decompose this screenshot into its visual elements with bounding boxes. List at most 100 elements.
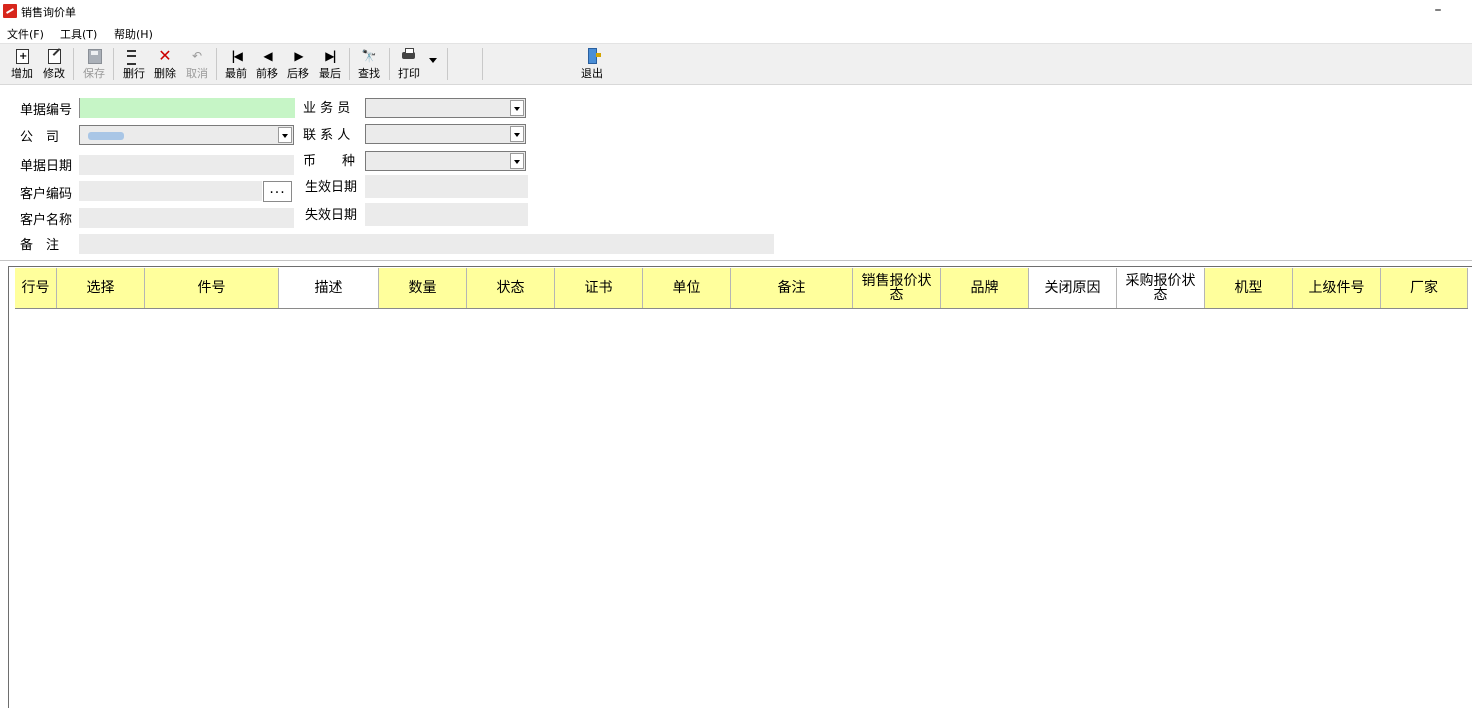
column-header-line-no[interactable]: 行号 — [15, 268, 57, 308]
undo-icon: ↶ — [191, 49, 203, 63]
customer-lookup-button[interactable]: ... — [263, 181, 292, 202]
column-header-close-reason[interactable]: 关闭原因 — [1029, 268, 1117, 308]
chevron-down-icon[interactable] — [510, 100, 524, 116]
customer-name-label: 客户名称 — [20, 213, 73, 228]
toolbar-separator — [482, 48, 483, 80]
toolbar-separator — [113, 48, 114, 80]
column-header-model[interactable]: 机型 — [1205, 268, 1293, 308]
minimize-button[interactable]: – — [1428, 2, 1448, 18]
effective-date-label: 生效日期 — [305, 180, 358, 195]
menu-bar: 文件(F) 工具(T) 帮助(H) — [0, 22, 1472, 42]
next-label: 后移 — [287, 67, 309, 80]
last-button[interactable]: ▶| 最后 — [314, 46, 346, 82]
column-header-purchase-quote-status[interactable]: 采购报价状态 — [1117, 268, 1205, 308]
header-form: 单据编号 公 司 单据日期 客户编码 客户名称 备 注 业 务 员 联 系 人 … — [0, 84, 1472, 261]
save-label: 保存 — [83, 67, 105, 80]
column-header-sales-quote-status[interactable]: 销售报价状态 — [853, 268, 941, 308]
column-header-remark[interactable]: 备注 — [731, 268, 853, 308]
salesman-label: 业 务 员 — [303, 101, 351, 116]
doc-no-label: 单据编号 — [20, 103, 73, 118]
add-button[interactable]: + 增加 — [6, 46, 38, 82]
doc-date-label: 单据日期 — [20, 159, 73, 174]
company-value-redacted — [88, 132, 124, 140]
column-header-status[interactable]: 状态 — [467, 268, 555, 308]
column-header-parent-part-no[interactable]: 上级件号 — [1293, 268, 1381, 308]
toolbar-separator — [349, 48, 350, 80]
column-header-brand[interactable]: 品牌 — [941, 268, 1029, 308]
title-bar: 销售询价单 – — [0, 0, 1472, 22]
window-title: 销售询价单 — [21, 6, 76, 19]
cancel-button[interactable]: ↶ 取消 — [181, 46, 213, 82]
doc-no-field[interactable] — [79, 98, 295, 118]
menu-help[interactable]: 帮助(H) — [114, 26, 153, 42]
chevron-down-icon[interactable] — [510, 126, 524, 142]
column-header-quantity[interactable]: 数量 — [379, 268, 467, 308]
salesman-select[interactable] — [365, 98, 526, 118]
prev-record-icon: ◀ — [263, 49, 272, 63]
binoculars-icon: 🔭 — [361, 49, 377, 63]
cancel-label: 取消 — [186, 67, 208, 80]
exit-label: 退出 — [581, 67, 603, 80]
edit-doc-icon — [46, 48, 62, 64]
exit-button[interactable]: 退出 — [576, 46, 608, 82]
company-select[interactable] — [79, 125, 294, 145]
printer-icon — [401, 48, 417, 64]
toolbar-separator — [447, 48, 448, 80]
print-dropdown-arrow-icon[interactable] — [429, 58, 437, 63]
toolbar: + 增加 修改 保存 删行 ✕ 删除 ↶ 取消 |◀ 最前 ◀ 前移 ▶ 后移 … — [0, 43, 1472, 85]
next-record-icon: ▶ — [294, 49, 303, 63]
column-header-select[interactable]: 选择 — [57, 268, 145, 308]
effective-date-field[interactable] — [365, 175, 528, 198]
first-button[interactable]: |◀ 最前 — [220, 46, 252, 82]
find-label: 查找 — [358, 67, 380, 80]
column-header-unit[interactable]: 单位 — [643, 268, 731, 308]
first-record-icon: |◀ — [231, 49, 243, 63]
edit-button[interactable]: 修改 — [38, 46, 70, 82]
delete-row-icon — [126, 48, 142, 65]
detail-grid[interactable]: 行号 选择 件号 描述 数量 状态 证书 单位 备注 销售报价状态 品牌 关闭原… — [8, 266, 1472, 708]
find-button[interactable]: 🔭 查找 — [353, 46, 385, 82]
chevron-down-icon[interactable] — [278, 127, 292, 143]
save-button[interactable]: 保存 — [78, 46, 110, 82]
toolbar-separator — [389, 48, 390, 80]
column-header-manufacturer[interactable]: 厂家 — [1381, 268, 1468, 308]
exit-door-icon — [584, 48, 601, 64]
last-record-icon: ▶| — [325, 49, 337, 63]
print-button[interactable]: 打印 — [393, 46, 425, 82]
add-label: 增加 — [11, 67, 33, 80]
edit-label: 修改 — [43, 67, 65, 80]
column-header-description[interactable]: 描述 — [279, 268, 379, 308]
contact-select[interactable] — [365, 124, 526, 144]
expire-date-label: 失效日期 — [305, 208, 358, 223]
column-header-part-no[interactable]: 件号 — [145, 268, 279, 308]
column-header-certificate[interactable]: 证书 — [555, 268, 643, 308]
currency-select[interactable] — [365, 151, 526, 171]
contact-label: 联 系 人 — [303, 128, 351, 143]
menu-tools[interactable]: 工具(T) — [60, 26, 97, 42]
new-doc-icon: + — [14, 48, 30, 64]
app-icon — [3, 4, 17, 18]
prev-button[interactable]: ◀ 前移 — [251, 46, 283, 82]
currency-label: 币 种 — [303, 154, 356, 169]
delete-label: 删除 — [154, 67, 176, 80]
prev-label: 前移 — [256, 67, 278, 80]
chevron-down-icon[interactable] — [510, 153, 524, 169]
delete-button[interactable]: ✕ 删除 — [149, 46, 181, 82]
customer-code-label: 客户编码 — [20, 187, 73, 202]
customer-code-field[interactable] — [79, 181, 262, 201]
last-label: 最后 — [319, 67, 341, 80]
company-label: 公 司 — [20, 130, 60, 145]
print-label: 打印 — [398, 67, 420, 80]
delete-row-button[interactable]: 删行 — [118, 46, 150, 82]
next-button[interactable]: ▶ 后移 — [282, 46, 314, 82]
remark-field[interactable] — [79, 234, 774, 254]
save-icon — [86, 48, 102, 64]
menu-file[interactable]: 文件(F) — [7, 26, 44, 42]
first-label: 最前 — [225, 67, 247, 80]
delete-row-label: 删行 — [123, 67, 145, 80]
red-x-icon: ✕ — [158, 46, 172, 65]
expire-date-field[interactable] — [365, 203, 528, 226]
toolbar-separator — [216, 48, 217, 80]
doc-date-field[interactable] — [79, 155, 294, 175]
customer-name-field[interactable] — [79, 208, 294, 228]
